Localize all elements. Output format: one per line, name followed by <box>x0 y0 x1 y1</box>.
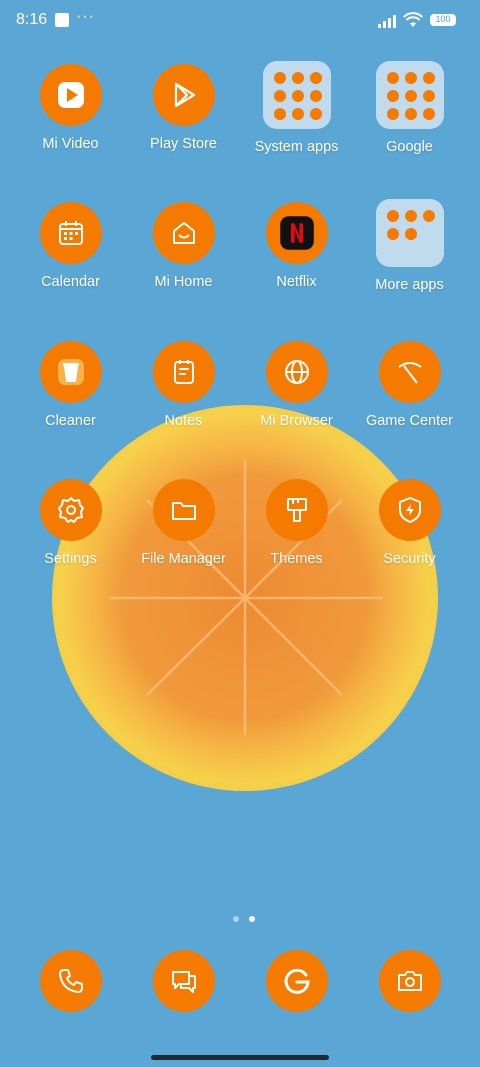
app-label: Notes <box>164 413 203 429</box>
app-label: Themes <box>270 551 323 567</box>
mi-home-icon <box>152 202 215 264</box>
app-mi-browser[interactable]: Mi Browser <box>240 341 353 429</box>
app-settings[interactable]: Settings <box>14 479 127 567</box>
app-label: More apps <box>375 277 444 293</box>
folder-google[interactable]: Google <box>353 61 466 155</box>
status-time: 8:16 <box>16 11 48 28</box>
gear-icon <box>39 479 102 541</box>
shield-icon <box>378 479 441 541</box>
dock-camera[interactable] <box>379 950 441 1012</box>
app-label: Google <box>386 139 433 155</box>
folder-outline-icon <box>152 479 215 541</box>
folder-icon <box>375 61 444 129</box>
app-label: Calendar <box>41 274 100 290</box>
app-label: Play Store <box>150 136 217 152</box>
app-mi-video[interactable]: Mi Video <box>14 64 127 152</box>
dock-messages[interactable] <box>153 950 215 1012</box>
app-cleaner[interactable]: Cleaner <box>14 341 127 429</box>
folder-more-apps[interactable]: More apps <box>353 199 466 293</box>
app-file-manager[interactable]: File Manager <box>127 479 240 567</box>
battery-icon: 100 <box>430 14 456 26</box>
app-label: Security <box>383 551 436 567</box>
app-label: Cleaner <box>45 413 96 429</box>
app-notes[interactable]: Notes <box>127 341 240 429</box>
more-notifications-icon: ··· <box>76 8 95 25</box>
folder-icon <box>262 61 331 129</box>
dock-phone[interactable] <box>40 950 102 1012</box>
app-mi-home[interactable]: Mi Home <box>127 202 240 290</box>
globe-icon <box>265 341 328 403</box>
wallpaper-orange-slice <box>52 405 438 791</box>
calendar-icon <box>39 202 102 264</box>
app-calendar[interactable]: Calendar <box>14 202 127 290</box>
app-netflix[interactable]: Netflix <box>240 202 353 290</box>
app-label: System apps <box>254 139 339 155</box>
mi-video-icon <box>39 64 102 126</box>
app-label: Mi Home <box>154 274 213 290</box>
wifi-icon <box>403 12 423 27</box>
status-bar: 8:16 ··· 100 <box>0 0 480 42</box>
notification-icon <box>55 13 69 27</box>
page-indicator[interactable] <box>228 909 260 927</box>
page-dot <box>233 916 239 922</box>
dock-google[interactable] <box>266 950 328 1012</box>
netflix-icon <box>265 202 328 264</box>
trash-icon <box>39 341 102 403</box>
play-store-icon <box>152 64 215 126</box>
app-label: Netflix <box>276 274 317 290</box>
brush-icon <box>265 479 328 541</box>
folder-icon <box>375 199 444 267</box>
game-center-icon <box>378 341 441 403</box>
app-security[interactable]: Security <box>353 479 466 567</box>
app-label: Mi Video <box>42 136 99 152</box>
chat-icon <box>153 950 215 1012</box>
notes-icon <box>152 341 215 403</box>
google-g-icon <box>266 950 328 1012</box>
app-label: Settings <box>44 551 97 567</box>
app-themes[interactable]: Themes <box>240 479 353 567</box>
page-dot-active <box>249 916 255 922</box>
app-label: Game Center <box>365 413 454 429</box>
phone-icon <box>40 950 102 1012</box>
app-game-center[interactable]: Game Center <box>353 341 466 429</box>
gesture-home-bar[interactable] <box>151 1055 329 1060</box>
folder-system-apps[interactable]: System apps <box>240 61 353 155</box>
app-label: Mi Browser <box>260 413 333 429</box>
app-play-store[interactable]: Play Store <box>127 64 240 152</box>
app-label: File Manager <box>141 551 226 567</box>
signal-icon <box>378 15 396 28</box>
camera-icon <box>379 950 441 1012</box>
